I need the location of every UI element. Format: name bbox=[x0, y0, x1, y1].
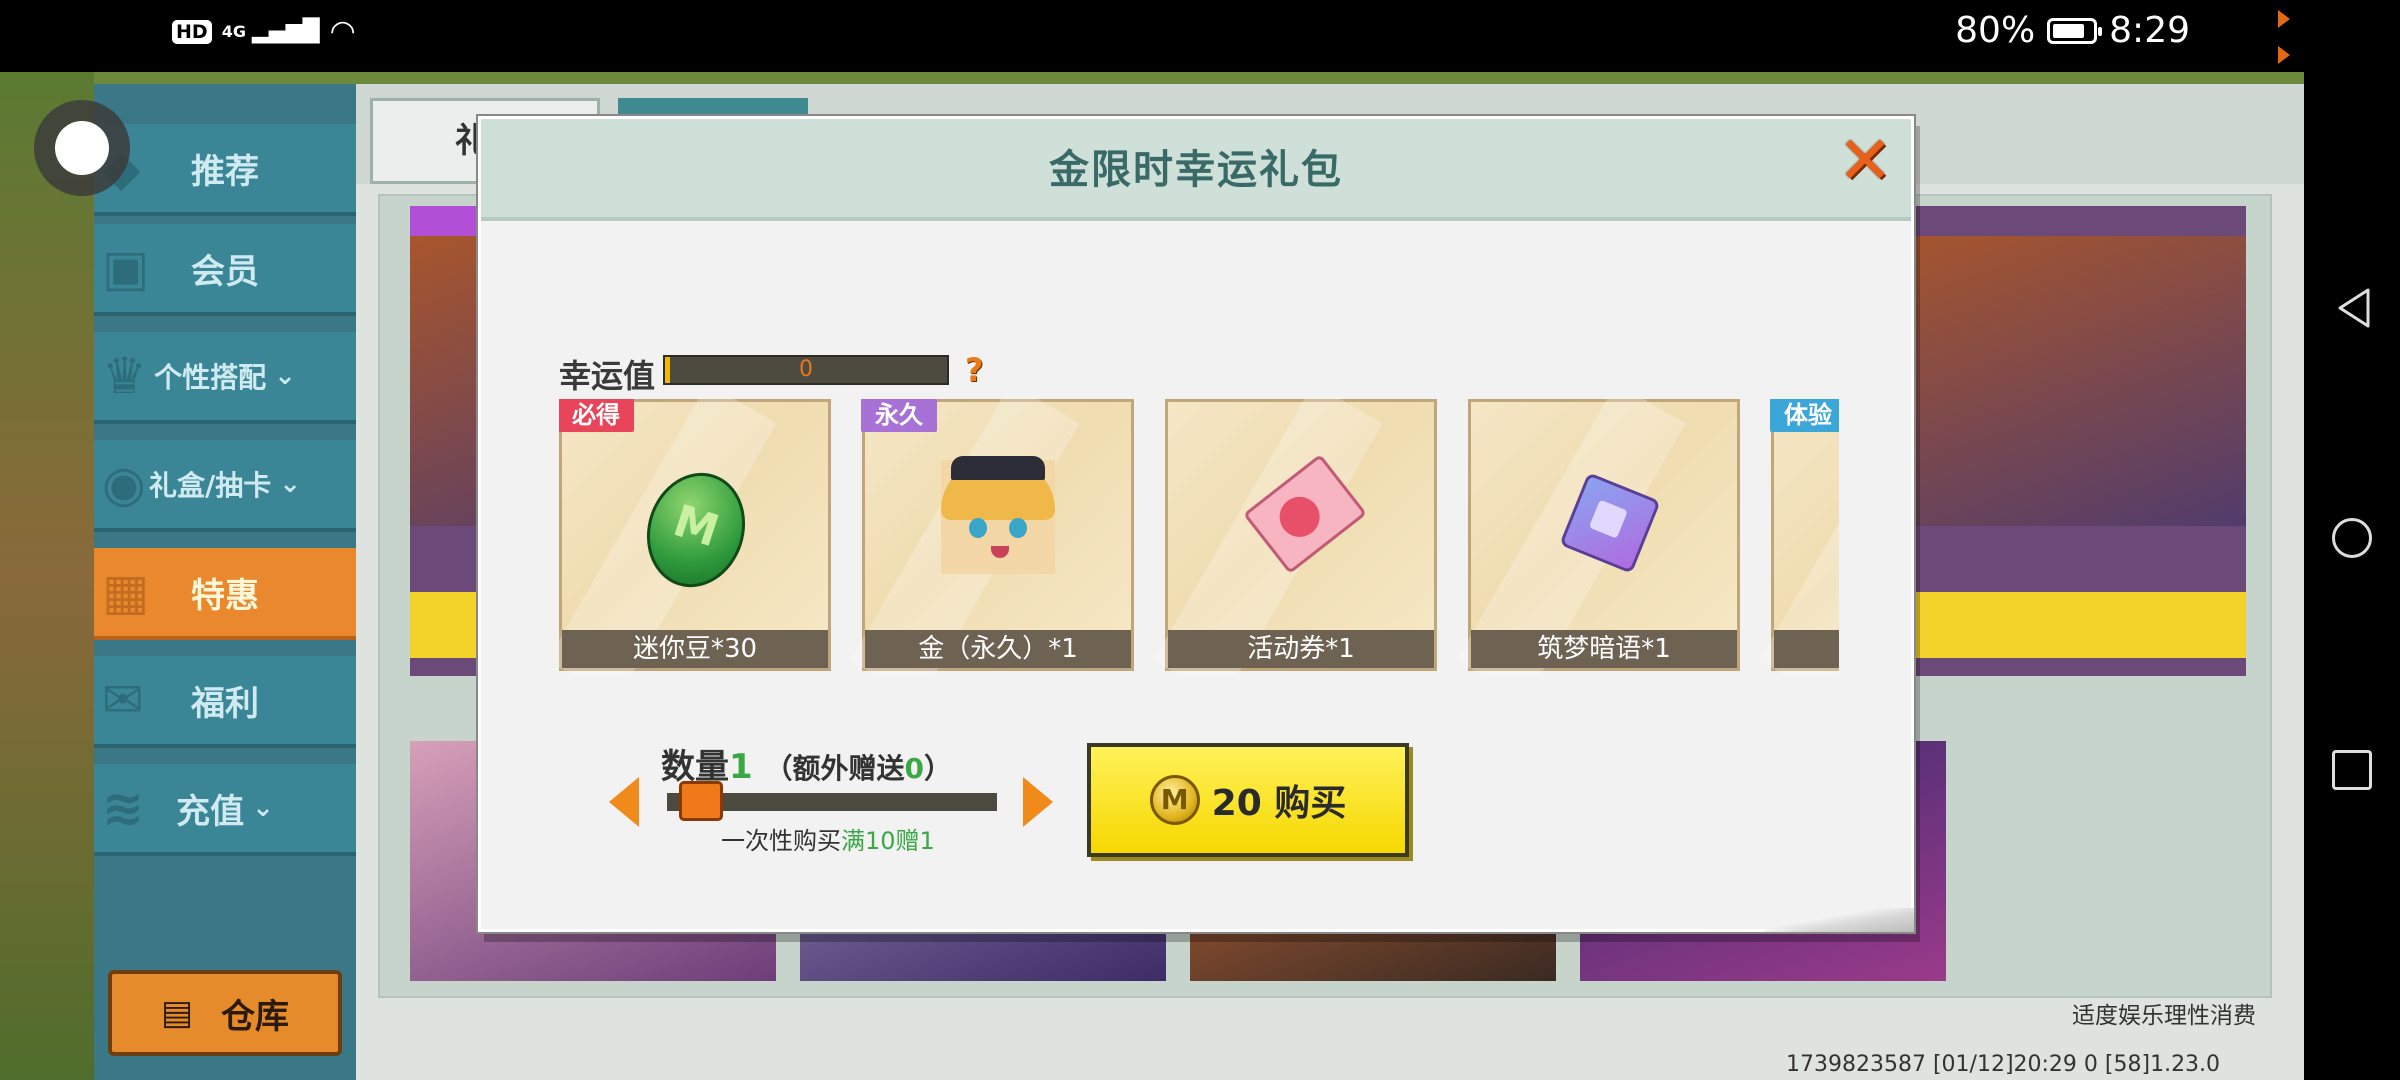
home-icon[interactable] bbox=[2332, 518, 2372, 558]
dialog-title: 金限时幸运礼包 bbox=[1049, 147, 1343, 193]
back-icon[interactable] bbox=[2332, 286, 2376, 330]
extra-gift-text: （额外赠送0） bbox=[765, 752, 953, 785]
reward-item[interactable]: 永久 金（永久）*1 bbox=[850, 399, 1134, 675]
system-nav-bar bbox=[2304, 0, 2400, 1080]
hint-prefix: 一次性购买 bbox=[721, 827, 841, 855]
reward-name: 活动券*1 bbox=[1168, 630, 1434, 668]
hint-highlight: 满10赠1 bbox=[841, 827, 935, 855]
page-curl bbox=[1764, 908, 1914, 932]
buy-price: 20 bbox=[1211, 783, 1262, 824]
reward-item[interactable]: M 必得 迷你豆*30 bbox=[559, 399, 831, 675]
bulk-hint: 一次性购买满10赠1 bbox=[721, 821, 935, 856]
quantity-value: 1 bbox=[729, 747, 753, 787]
extra-value: 0 bbox=[904, 752, 925, 785]
coin-icon: M bbox=[1149, 775, 1200, 825]
reward-item[interactable]: 体验 金 bbox=[1759, 399, 1839, 675]
luck-label: 幸运值 bbox=[559, 357, 656, 395]
quantity-increase-icon[interactable] bbox=[1023, 777, 1053, 827]
reward-name: 筑梦暗语*1 bbox=[1471, 630, 1737, 668]
lucky-pack-dialog: 金限时幸运礼包 ✕ 幸运值 0 ? M 必得 迷你豆*30 永久 金（永久）*1… bbox=[478, 116, 1914, 932]
extra-label-close: ） bbox=[924, 752, 953, 785]
luck-progress-bar: 0 bbox=[663, 355, 949, 385]
buy-button[interactable]: M 20 购买 bbox=[1087, 743, 1409, 857]
quantity-decrease-icon[interactable] bbox=[609, 777, 639, 827]
extra-label-open: （额外赠送 bbox=[764, 752, 905, 785]
dialog-header: 金限时幸运礼包 ✕ bbox=[481, 119, 1911, 221]
help-icon[interactable]: ? bbox=[965, 351, 984, 389]
reward-tag: 必得 bbox=[559, 399, 634, 432]
buy-text: 购买 bbox=[1274, 783, 1347, 824]
reward-name: 迷你豆*30 bbox=[562, 630, 828, 668]
luck-value: 0 bbox=[799, 357, 813, 382]
dialog-overlay: 金限时幸运礼包 ✕ 幸运值 0 ? M 必得 迷你豆*30 永久 金（永久）*1… bbox=[0, 0, 2304, 1080]
reward-name: 金 bbox=[1774, 630, 1839, 668]
reward-item[interactable]: 筑梦暗语*1 bbox=[1456, 399, 1740, 675]
reward-tag: 体验 bbox=[1770, 399, 1839, 432]
reward-list: M 必得 迷你豆*30 永久 金（永久）*1 活动券*1 筑梦暗语*1 体验 bbox=[559, 399, 1839, 675]
recents-icon[interactable] bbox=[2332, 750, 2372, 790]
close-icon[interactable]: ✕ bbox=[1837, 128, 1893, 194]
reward-tag: 永久 bbox=[861, 399, 937, 432]
reward-item[interactable]: 活动券*1 bbox=[1153, 399, 1437, 675]
avatar-icon bbox=[941, 456, 1055, 574]
quantity-slider-handle[interactable] bbox=[679, 781, 723, 821]
reward-name: 金（永久）*1 bbox=[865, 630, 1131, 668]
buy-label: 20 购买 bbox=[1212, 774, 1347, 826]
